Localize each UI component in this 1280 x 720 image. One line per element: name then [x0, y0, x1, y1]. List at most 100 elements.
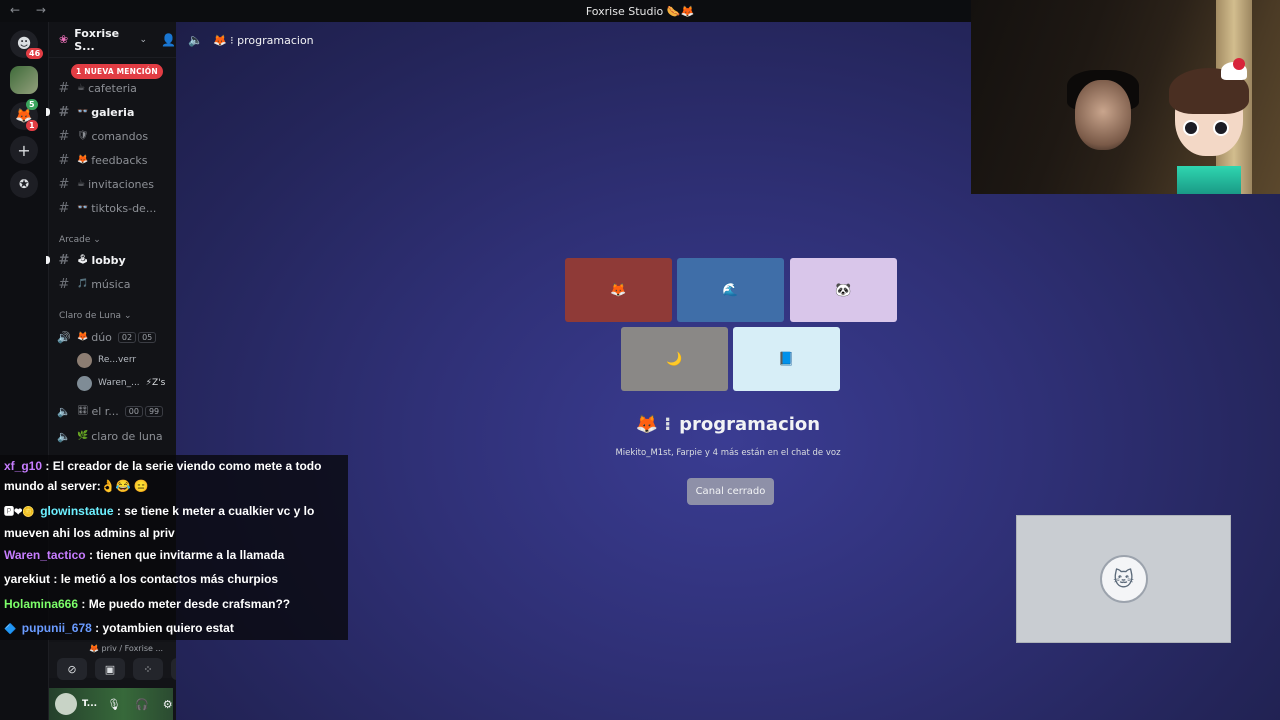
fox-icon: 🦊: [77, 332, 89, 342]
channel-tiktoks[interactable]: # 👓 tiktoks-de...: [49, 197, 177, 219]
direct-messages-button[interactable]: ☻ 46: [10, 30, 44, 59]
channel-emoji-icon: 👓: [77, 107, 89, 117]
category-arcade[interactable]: Arcade ⌄: [59, 235, 101, 245]
avatar: [77, 375, 92, 391]
add-user-icon[interactable]: 👤: [161, 33, 176, 47]
hash-icon: #: [58, 276, 70, 292]
channel-label: dúo: [91, 330, 112, 344]
chat-message: 🅿❤🪙 glowinstatue : se tiene k meter a cu…: [4, 501, 344, 543]
server-icon-green[interactable]: [10, 66, 38, 94]
channel-emoji-icon: ☕: [77, 179, 86, 189]
window-title: Foxrise Studio 🌭🦊: [585, 4, 695, 18]
microphone-icon[interactable]: 🎙: [107, 698, 121, 711]
separator-icon: ⁝: [664, 414, 672, 435]
channel-cafeteria[interactable]: # ☕ cafeteria: [49, 77, 177, 99]
channel-comandos[interactable]: # 🛡 comandos: [49, 125, 177, 147]
hash-icon: #: [58, 200, 70, 216]
activities-icon: ⁘: [143, 662, 153, 676]
camera-off-icon: ⊘: [67, 662, 77, 676]
chat-username: Waren_tactico: [4, 548, 86, 562]
channel-label: feedbacks: [91, 153, 148, 167]
channel-closed-button[interactable]: Canal cerrado: [687, 478, 774, 505]
voice-channel-duo[interactable]: 🔊 🦊 dúo 02 05: [49, 326, 177, 348]
badge-icons: 🅿❤🪙: [4, 507, 35, 518]
plus-icon: +: [17, 140, 31, 160]
chat-message: Holamina666 : Me puedo meter desde crafs…: [4, 594, 344, 614]
participant-avatar: 🌙: [666, 351, 683, 367]
participant-avatar: 🦊: [610, 282, 627, 298]
unread-pill: [46, 256, 50, 264]
cat-avatar-icon: 🐱: [1099, 555, 1148, 603]
server-icon-foxrise[interactable]: 🦊 5 1: [10, 99, 38, 131]
server-top-badge: 5: [26, 99, 38, 110]
avatar-eye: [1213, 120, 1229, 136]
chevron-down-icon: ⌄: [123, 311, 132, 321]
fox-icon: 🦊: [635, 414, 659, 435]
voice-user[interactable]: Waren_... ⚡Z's: [77, 374, 165, 392]
channel-emoji-icon: 👓: [77, 203, 89, 213]
avatar: [77, 352, 92, 368]
chat-message: Waren_tactico : tienen que invitarme a l…: [4, 545, 344, 565]
participant-tile[interactable]: 🐼: [790, 258, 897, 322]
channel-lobby[interactable]: # 🕹 lobby: [46, 249, 177, 271]
hash-icon: #: [58, 128, 70, 144]
chat-message: yarekiut : le metió a los contactos más …: [4, 569, 344, 589]
avatar[interactable]: [55, 693, 77, 715]
participant-tile[interactable]: 🌊: [677, 258, 784, 322]
chat-text: : Me puedo meter desde crafsman??: [81, 597, 291, 611]
voice-channel-el-r[interactable]: 🔈 🎛 el r... 00 99: [49, 400, 177, 422]
hash-icon: #: [58, 252, 70, 268]
voice-user-tag: ⚡Z's: [145, 378, 166, 388]
participant-card[interactable]: 🐱: [1016, 515, 1231, 643]
dm-unread-badge: 46: [26, 48, 44, 59]
participant-tile[interactable]: 🌙: [621, 327, 728, 391]
cherry-icon: [1233, 58, 1245, 70]
stream-chat-overlay: xf_g10 : El creador de la serie viendo c…: [0, 455, 348, 640]
stage-header: 🔈 🦊 ⁝ programacion: [176, 22, 971, 58]
channel-musica[interactable]: # 🎵 música: [49, 273, 177, 295]
channel-feedbacks[interactable]: # 🦊 feedbacks: [49, 149, 177, 171]
webcam-overlay: [971, 0, 1280, 194]
gear-icon[interactable]: ⚙: [163, 698, 173, 711]
voice-user[interactable]: Re...verr: [77, 351, 136, 369]
chat-username: glowinstatue: [40, 504, 114, 518]
user-panel: T... 🎙 🎧 ⚙: [49, 688, 173, 720]
voice-connected-channel[interactable]: 🦊 priv / Foxrise ...: [89, 644, 163, 653]
guild-icon: ❀: [59, 33, 69, 46]
avatar-body: [1177, 166, 1241, 194]
participant-avatar: 🌊: [722, 282, 739, 298]
channel-galeria[interactable]: # 👓 galeria: [46, 101, 177, 123]
screen-share-button[interactable]: ▣: [95, 658, 125, 680]
discover-button[interactable]: ✪: [10, 170, 38, 198]
headphones-icon[interactable]: 🎧: [135, 698, 149, 711]
header-channel-name: 🦊 ⁝ programacion: [212, 33, 314, 47]
add-server-button[interactable]: +: [10, 136, 38, 164]
category-claro-de-luna[interactable]: Claro de Luna ⌄: [59, 311, 131, 321]
chat-text: : tienen que invitarme a la llamada: [88, 548, 285, 562]
voice-user-count: 00: [124, 405, 143, 417]
voice-user-name: Waren_...: [98, 378, 140, 388]
activities-button[interactable]: ⁘: [133, 658, 163, 680]
compass-icon: ✪: [18, 177, 30, 191]
chat-text: : le metió a los contactos más churpios: [53, 572, 279, 586]
chat-message: xf_g10 : El creador de la serie viendo c…: [4, 456, 344, 496]
channel-invitaciones[interactable]: # ☕ invitaciones: [49, 173, 177, 195]
chat-text: : yotambien quiero estat: [95, 621, 234, 635]
channel-label: tiktoks-de...: [91, 201, 157, 215]
hash-icon: #: [58, 80, 70, 96]
participant-tile[interactable]: 🦊: [565, 258, 672, 322]
guild-header[interactable]: ❀ Foxrise S... ⌄ 👤: [49, 22, 176, 58]
chat-username: yarekiut: [4, 572, 51, 586]
chat-message: 🔷 pupunii_678 : yotambien quiero estat: [4, 618, 344, 640]
unread-pill: [46, 108, 50, 116]
channel-emoji-icon: 🛡: [77, 131, 89, 141]
voice-channel-claro-de-luna[interactable]: 🔈 🌿 claro de luna: [49, 425, 177, 447]
guild-name: Foxrise S...: [74, 26, 120, 53]
voice-user-name: Re...verr: [98, 355, 137, 365]
history-nav[interactable]: ← →: [10, 3, 52, 17]
camera-off-button[interactable]: ⊘: [57, 658, 87, 680]
avatar-eye: [1183, 120, 1199, 136]
participant-tile[interactable]: 📘: [733, 327, 840, 391]
channel-label: comandos: [91, 129, 149, 143]
server-unread-badge: 1: [26, 120, 38, 131]
